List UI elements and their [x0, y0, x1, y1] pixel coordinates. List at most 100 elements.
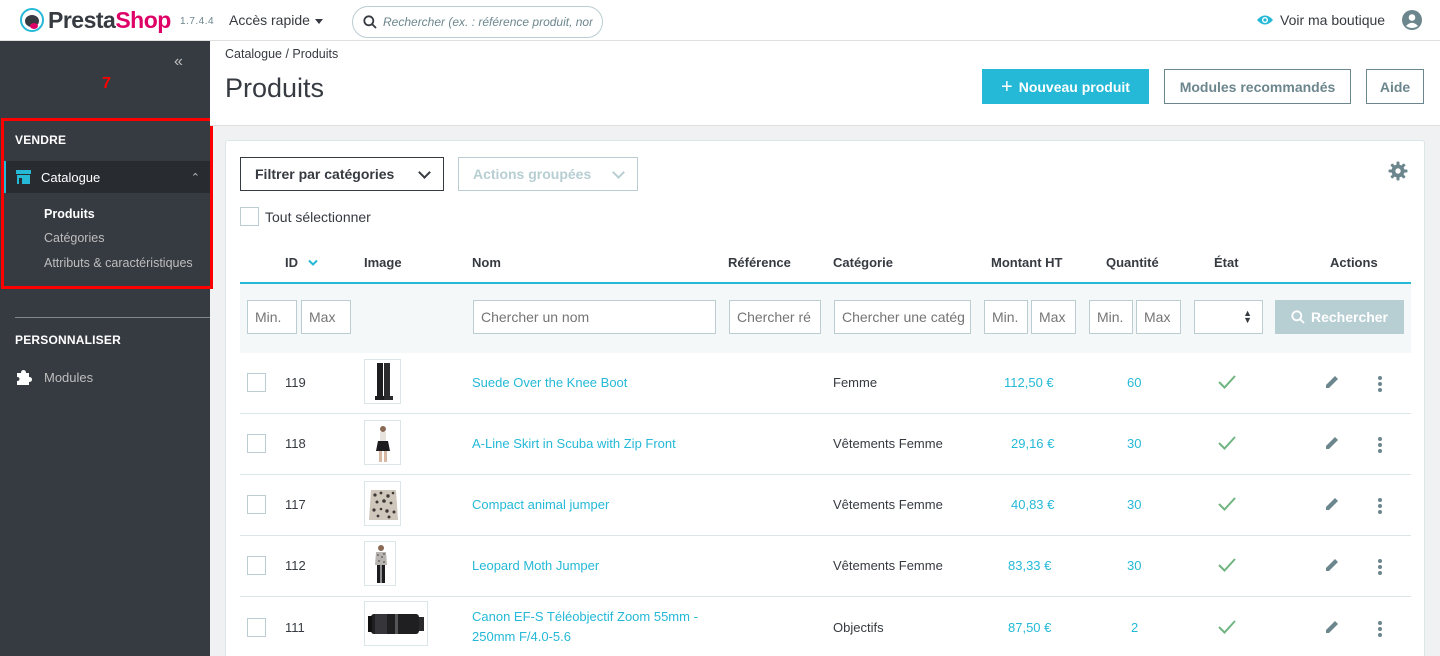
id-min-input[interactable] — [247, 300, 297, 334]
name-filter-input[interactable] — [473, 300, 716, 334]
id-max-input[interactable] — [301, 300, 351, 334]
product-price[interactable]: 112,50 € — [1004, 375, 1054, 390]
edit-icon[interactable] — [1324, 435, 1340, 451]
product-thumbnail[interactable] — [364, 420, 401, 465]
breadcrumb[interactable]: Catalogue / Produits — [225, 47, 338, 61]
product-name-link[interactable]: Leopard Moth Jumper — [472, 558, 599, 573]
gear-icon[interactable] — [1388, 161, 1408, 181]
column-header-image: Image — [364, 255, 402, 270]
qty-min-input[interactable] — [1089, 300, 1133, 334]
status-filter-select[interactable]: ▲ ▼ — [1194, 300, 1263, 334]
recommended-modules-button[interactable]: Modules recommandés — [1164, 69, 1351, 104]
column-header-category[interactable]: Catégorie — [833, 255, 893, 270]
search-input[interactable] — [383, 15, 593, 29]
product-name-link[interactable]: Compact animal jumper — [472, 497, 609, 512]
edit-icon[interactable] — [1324, 557, 1340, 573]
search-button[interactable]: Rechercher — [1275, 300, 1404, 334]
sidebar-divider — [15, 317, 210, 318]
select-all-checkbox[interactable] — [240, 207, 259, 226]
product-quantity[interactable]: 30 — [1127, 497, 1141, 512]
product-quantity[interactable]: 30 — [1127, 436, 1141, 451]
column-header-quantity[interactable]: Quantité — [1106, 255, 1159, 270]
product-id: 117 — [285, 497, 306, 512]
table-row: 112 Leopard Moth Jumper Vêtements Femme … — [240, 536, 1411, 597]
edit-icon[interactable] — [1324, 496, 1340, 512]
quick-access-label: Accès rapide — [229, 12, 310, 28]
check-icon[interactable] — [1217, 435, 1237, 451]
product-thumbnail[interactable] — [364, 359, 401, 404]
edit-icon[interactable] — [1324, 619, 1340, 635]
column-header-reference[interactable]: Référence — [728, 255, 791, 270]
check-icon[interactable] — [1217, 619, 1237, 635]
annotation-number: 7 — [102, 75, 111, 92]
product-price[interactable]: 40,83 € — [1011, 497, 1054, 512]
sort-desc-icon[interactable] — [308, 259, 318, 267]
collapse-sidebar-icon[interactable]: « — [174, 53, 183, 71]
check-icon[interactable] — [1217, 557, 1237, 573]
sidebar-item-modules[interactable]: Modules — [15, 369, 93, 386]
price-min-input[interactable] — [984, 300, 1028, 334]
product-price[interactable]: 29,16 € — [1011, 436, 1054, 451]
check-icon[interactable] — [1217, 374, 1237, 390]
table-row: 117 Compact animal jumper Vêtements Femm… — [240, 475, 1411, 536]
quick-access-dropdown[interactable]: Accès rapide — [229, 12, 323, 28]
price-max-input[interactable] — [1031, 300, 1076, 334]
jumper-image — [369, 490, 398, 520]
bulk-actions-dropdown[interactable]: Actions groupées — [458, 157, 638, 191]
page-title: Produits — [225, 73, 325, 103]
lens-image — [368, 614, 424, 634]
prestashop-logo[interactable]: PrestaShop — [20, 8, 171, 32]
row-checkbox[interactable] — [247, 495, 266, 514]
product-name-link-line2[interactable]: 250mm F/4.0-5.6 — [472, 629, 571, 644]
product-quantity[interactable]: 2 — [1131, 620, 1138, 635]
select-arrows-icon: ▲ ▼ — [1243, 308, 1252, 325]
row-checkbox[interactable] — [247, 618, 266, 637]
row-checkbox[interactable] — [247, 556, 266, 575]
logo-text-part1: Presta — [48, 7, 116, 33]
more-actions-icon[interactable] — [1378, 621, 1382, 639]
column-header-status[interactable]: État — [1214, 255, 1239, 270]
product-quantity[interactable]: 30 — [1127, 558, 1141, 573]
category-filter-input[interactable] — [834, 300, 971, 334]
product-price[interactable]: 87,50 € — [1008, 620, 1051, 635]
skirt-image — [376, 426, 390, 462]
column-header-actions: Actions — [1330, 255, 1378, 270]
view-shop-link[interactable]: Voir ma boutique — [1256, 12, 1385, 28]
product-thumbnail[interactable] — [364, 481, 401, 526]
select-all[interactable]: Tout sélectionner — [240, 207, 371, 226]
sidebar: « 7 VENDRE Catalogue ⌃ Produits Catégori… — [0, 41, 213, 656]
view-shop-label: Voir ma boutique — [1280, 12, 1386, 28]
column-header-name[interactable]: Nom — [472, 255, 501, 270]
qty-max-input[interactable] — [1136, 300, 1181, 334]
filter-categories-dropdown[interactable]: Filtrer par catégories — [240, 157, 444, 191]
column-header-id[interactable]: ID — [285, 255, 318, 270]
product-name-link[interactable]: A-Line Skirt in Scuba with Zip Front — [472, 436, 676, 451]
more-actions-icon[interactable] — [1378, 559, 1382, 577]
new-product-button[interactable]: + Nouveau produit — [982, 69, 1149, 104]
product-name-link[interactable]: Suede Over the Knee Boot — [472, 375, 627, 390]
product-quantity[interactable]: 60 — [1127, 375, 1141, 390]
product-name-link[interactable]: Canon EF-S Téléobjectif Zoom 55mm - — [472, 609, 698, 624]
more-actions-icon[interactable] — [1378, 376, 1382, 394]
column-header-price[interactable]: Montant HT — [991, 255, 1062, 270]
edit-icon[interactable] — [1324, 374, 1340, 390]
header-search — [352, 6, 603, 38]
check-icon[interactable] — [1217, 496, 1237, 512]
more-actions-icon[interactable] — [1378, 437, 1382, 455]
reference-filter-input[interactable] — [729, 300, 821, 334]
puzzle-icon — [17, 370, 32, 385]
more-actions-icon[interactable] — [1378, 498, 1382, 516]
row-checkbox[interactable] — [247, 434, 266, 453]
product-thumbnail[interactable] — [364, 541, 396, 586]
row-checkbox[interactable] — [247, 373, 266, 392]
product-price[interactable]: 83,33 € — [1008, 558, 1051, 573]
chevron-down-icon — [418, 166, 431, 179]
eye-icon — [1257, 15, 1273, 25]
user-avatar-icon[interactable] — [1402, 10, 1422, 30]
column-id-label: ID — [285, 255, 298, 270]
filter-row: ▲▼ Rechercher — [240, 284, 1411, 353]
moth-jumper-image — [375, 545, 387, 583]
product-id: 112 — [285, 558, 306, 573]
help-button[interactable]: Aide — [1366, 69, 1424, 104]
product-thumbnail[interactable] — [364, 601, 428, 646]
